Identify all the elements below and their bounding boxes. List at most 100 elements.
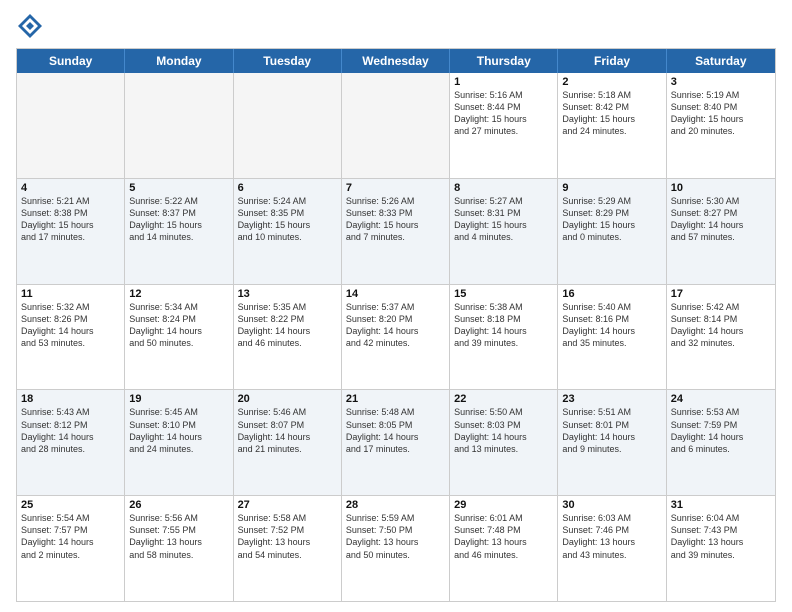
calendar-cell: 16Sunrise: 5:40 AM Sunset: 8:16 PM Dayli… (558, 285, 666, 390)
day-number: 19 (129, 393, 228, 405)
day-info: Sunrise: 5:34 AM Sunset: 8:24 PM Dayligh… (129, 301, 228, 350)
calendar-cell: 6Sunrise: 5:24 AM Sunset: 8:35 PM Daylig… (234, 179, 342, 284)
day-number: 31 (671, 499, 771, 511)
weekday-header-tuesday: Tuesday (234, 49, 342, 73)
day-number: 16 (562, 288, 661, 300)
day-number: 5 (129, 182, 228, 194)
day-info: Sunrise: 6:01 AM Sunset: 7:48 PM Dayligh… (454, 512, 553, 561)
logo-icon (16, 12, 44, 40)
day-info: Sunrise: 5:26 AM Sunset: 8:33 PM Dayligh… (346, 195, 445, 244)
day-number: 10 (671, 182, 771, 194)
calendar-cell: 21Sunrise: 5:48 AM Sunset: 8:05 PM Dayli… (342, 390, 450, 495)
day-info: Sunrise: 5:21 AM Sunset: 8:38 PM Dayligh… (21, 195, 120, 244)
day-number: 26 (129, 499, 228, 511)
calendar-cell: 17Sunrise: 5:42 AM Sunset: 8:14 PM Dayli… (667, 285, 775, 390)
calendar-cell: 18Sunrise: 5:43 AM Sunset: 8:12 PM Dayli… (17, 390, 125, 495)
day-info: Sunrise: 5:16 AM Sunset: 8:44 PM Dayligh… (454, 89, 553, 138)
calendar-cell: 1Sunrise: 5:16 AM Sunset: 8:44 PM Daylig… (450, 73, 558, 178)
day-info: Sunrise: 5:58 AM Sunset: 7:52 PM Dayligh… (238, 512, 337, 561)
day-number: 1 (454, 76, 553, 88)
calendar-cell (17, 73, 125, 178)
day-number: 8 (454, 182, 553, 194)
calendar-row: 18Sunrise: 5:43 AM Sunset: 8:12 PM Dayli… (17, 390, 775, 496)
day-number: 30 (562, 499, 661, 511)
day-info: Sunrise: 5:43 AM Sunset: 8:12 PM Dayligh… (21, 406, 120, 455)
calendar-header: SundayMondayTuesdayWednesdayThursdayFrid… (17, 49, 775, 73)
weekday-header-thursday: Thursday (450, 49, 558, 73)
calendar-row: 25Sunrise: 5:54 AM Sunset: 7:57 PM Dayli… (17, 496, 775, 601)
day-number: 9 (562, 182, 661, 194)
day-number: 28 (346, 499, 445, 511)
day-info: Sunrise: 5:32 AM Sunset: 8:26 PM Dayligh… (21, 301, 120, 350)
calendar: SundayMondayTuesdayWednesdayThursdayFrid… (16, 48, 776, 602)
calendar-cell: 2Sunrise: 5:18 AM Sunset: 8:42 PM Daylig… (558, 73, 666, 178)
day-number: 13 (238, 288, 337, 300)
calendar-cell: 25Sunrise: 5:54 AM Sunset: 7:57 PM Dayli… (17, 496, 125, 601)
calendar-cell: 15Sunrise: 5:38 AM Sunset: 8:18 PM Dayli… (450, 285, 558, 390)
day-info: Sunrise: 5:54 AM Sunset: 7:57 PM Dayligh… (21, 512, 120, 561)
day-info: Sunrise: 6:03 AM Sunset: 7:46 PM Dayligh… (562, 512, 661, 561)
calendar-cell: 11Sunrise: 5:32 AM Sunset: 8:26 PM Dayli… (17, 285, 125, 390)
calendar-cell (234, 73, 342, 178)
day-number: 18 (21, 393, 120, 405)
header (16, 12, 776, 40)
day-info: Sunrise: 5:48 AM Sunset: 8:05 PM Dayligh… (346, 406, 445, 455)
day-number: 7 (346, 182, 445, 194)
calendar-cell: 13Sunrise: 5:35 AM Sunset: 8:22 PM Dayli… (234, 285, 342, 390)
day-info: Sunrise: 5:30 AM Sunset: 8:27 PM Dayligh… (671, 195, 771, 244)
calendar-cell (125, 73, 233, 178)
calendar-row: 1Sunrise: 5:16 AM Sunset: 8:44 PM Daylig… (17, 73, 775, 179)
day-number: 17 (671, 288, 771, 300)
logo (16, 12, 48, 40)
calendar-cell (342, 73, 450, 178)
day-info: Sunrise: 5:51 AM Sunset: 8:01 PM Dayligh… (562, 406, 661, 455)
day-number: 12 (129, 288, 228, 300)
calendar-cell: 5Sunrise: 5:22 AM Sunset: 8:37 PM Daylig… (125, 179, 233, 284)
day-info: Sunrise: 5:45 AM Sunset: 8:10 PM Dayligh… (129, 406, 228, 455)
calendar-cell: 23Sunrise: 5:51 AM Sunset: 8:01 PM Dayli… (558, 390, 666, 495)
day-info: Sunrise: 5:40 AM Sunset: 8:16 PM Dayligh… (562, 301, 661, 350)
day-info: Sunrise: 5:19 AM Sunset: 8:40 PM Dayligh… (671, 89, 771, 138)
calendar-cell: 20Sunrise: 5:46 AM Sunset: 8:07 PM Dayli… (234, 390, 342, 495)
day-info: Sunrise: 5:37 AM Sunset: 8:20 PM Dayligh… (346, 301, 445, 350)
day-info: Sunrise: 6:04 AM Sunset: 7:43 PM Dayligh… (671, 512, 771, 561)
day-number: 21 (346, 393, 445, 405)
day-info: Sunrise: 5:24 AM Sunset: 8:35 PM Dayligh… (238, 195, 337, 244)
day-info: Sunrise: 5:22 AM Sunset: 8:37 PM Dayligh… (129, 195, 228, 244)
weekday-header-wednesday: Wednesday (342, 49, 450, 73)
day-info: Sunrise: 5:29 AM Sunset: 8:29 PM Dayligh… (562, 195, 661, 244)
calendar-body: 1Sunrise: 5:16 AM Sunset: 8:44 PM Daylig… (17, 73, 775, 601)
weekday-header-monday: Monday (125, 49, 233, 73)
day-info: Sunrise: 5:38 AM Sunset: 8:18 PM Dayligh… (454, 301, 553, 350)
calendar-cell: 22Sunrise: 5:50 AM Sunset: 8:03 PM Dayli… (450, 390, 558, 495)
day-info: Sunrise: 5:35 AM Sunset: 8:22 PM Dayligh… (238, 301, 337, 350)
day-number: 11 (21, 288, 120, 300)
calendar-cell: 9Sunrise: 5:29 AM Sunset: 8:29 PM Daylig… (558, 179, 666, 284)
day-number: 4 (21, 182, 120, 194)
calendar-cell: 31Sunrise: 6:04 AM Sunset: 7:43 PM Dayli… (667, 496, 775, 601)
day-number: 3 (671, 76, 771, 88)
calendar-cell: 3Sunrise: 5:19 AM Sunset: 8:40 PM Daylig… (667, 73, 775, 178)
weekday-header-saturday: Saturday (667, 49, 775, 73)
calendar-cell: 24Sunrise: 5:53 AM Sunset: 7:59 PM Dayli… (667, 390, 775, 495)
day-info: Sunrise: 5:42 AM Sunset: 8:14 PM Dayligh… (671, 301, 771, 350)
day-number: 6 (238, 182, 337, 194)
day-info: Sunrise: 5:27 AM Sunset: 8:31 PM Dayligh… (454, 195, 553, 244)
calendar-cell: 7Sunrise: 5:26 AM Sunset: 8:33 PM Daylig… (342, 179, 450, 284)
calendar-row: 11Sunrise: 5:32 AM Sunset: 8:26 PM Dayli… (17, 285, 775, 391)
day-number: 29 (454, 499, 553, 511)
day-number: 20 (238, 393, 337, 405)
day-number: 15 (454, 288, 553, 300)
page: SundayMondayTuesdayWednesdayThursdayFrid… (0, 0, 792, 612)
calendar-cell: 26Sunrise: 5:56 AM Sunset: 7:55 PM Dayli… (125, 496, 233, 601)
calendar-cell: 19Sunrise: 5:45 AM Sunset: 8:10 PM Dayli… (125, 390, 233, 495)
day-number: 14 (346, 288, 445, 300)
day-info: Sunrise: 5:50 AM Sunset: 8:03 PM Dayligh… (454, 406, 553, 455)
day-info: Sunrise: 5:18 AM Sunset: 8:42 PM Dayligh… (562, 89, 661, 138)
day-info: Sunrise: 5:56 AM Sunset: 7:55 PM Dayligh… (129, 512, 228, 561)
calendar-cell: 30Sunrise: 6:03 AM Sunset: 7:46 PM Dayli… (558, 496, 666, 601)
calendar-cell: 27Sunrise: 5:58 AM Sunset: 7:52 PM Dayli… (234, 496, 342, 601)
calendar-row: 4Sunrise: 5:21 AM Sunset: 8:38 PM Daylig… (17, 179, 775, 285)
day-info: Sunrise: 5:53 AM Sunset: 7:59 PM Dayligh… (671, 406, 771, 455)
calendar-cell: 8Sunrise: 5:27 AM Sunset: 8:31 PM Daylig… (450, 179, 558, 284)
